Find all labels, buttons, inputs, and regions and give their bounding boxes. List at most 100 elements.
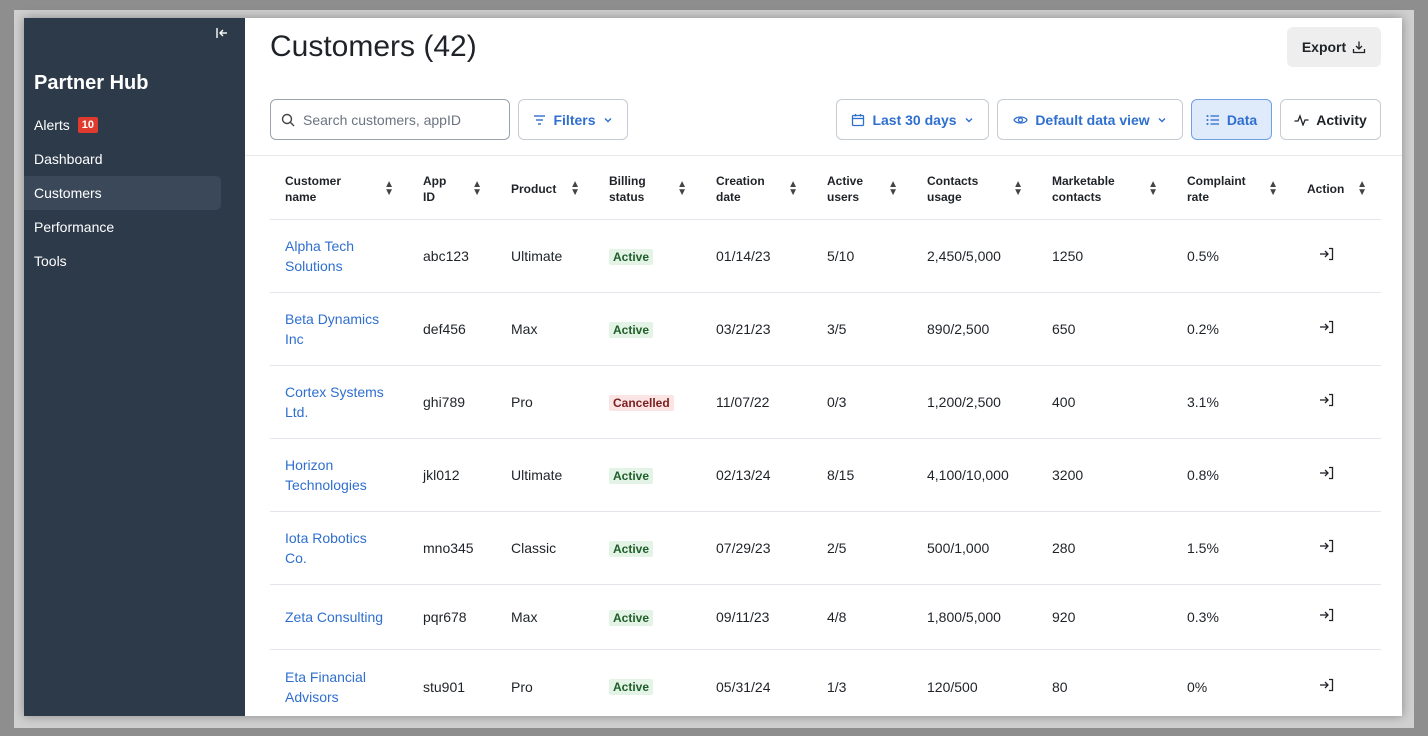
column-label: Billing status [609, 173, 646, 204]
filters-button[interactable]: Filters [518, 99, 628, 140]
column-header-complaint-rate[interactable]: Complaint rate ▲ ▼ [1172, 173, 1292, 205]
sidebar-item-alerts[interactable]: Alerts 10 [24, 108, 221, 142]
customer-name-line[interactable]: Advisors [285, 689, 339, 705]
column-header-billing-status[interactable]: Billing status ▲ ▼ [594, 173, 701, 205]
search-box[interactable] [270, 99, 510, 140]
open-account-icon[interactable] [1319, 393, 1334, 407]
sidebar-item-dashboard[interactable]: Dashboard [24, 142, 221, 176]
customer-name-link[interactable]: Zeta Consulting [270, 607, 408, 627]
sidebar-item-performance[interactable]: Performance [24, 210, 221, 244]
sort-icon[interactable]: ▲ ▼ [1148, 179, 1158, 197]
collapse-sidebar-icon[interactable] [212, 26, 232, 44]
customer-name-line[interactable]: Iota Robotics [285, 530, 367, 546]
billing-status-cell: Active [594, 319, 701, 340]
column-header-app-id[interactable]: App ID ▲ ▼ [408, 173, 496, 205]
billing-status-cell: Active [594, 676, 701, 697]
creation-date-cell: 03/21/23 [716, 321, 771, 337]
sort-icon[interactable]: ▲ ▼ [384, 179, 394, 197]
app-window: Partner Hub Alerts 10 Dashboard Customer… [24, 18, 1402, 716]
active-users-cell: 2/5 [827, 540, 847, 556]
sort-icon[interactable]: ▲ ▼ [788, 179, 798, 197]
data-toggle-button[interactable]: Data [1191, 99, 1272, 140]
customer-name-line[interactable]: Inc [285, 331, 304, 347]
sort-icon[interactable]: ▲ ▼ [677, 179, 687, 197]
column-label: Action [1307, 181, 1345, 196]
creation-date-cell: 11/07/22 [716, 394, 770, 410]
creation-date-cell: 01/14/23 [716, 248, 771, 264]
customer-name-link[interactable]: Eta Financial Advisors [270, 667, 408, 707]
column-label: Complaint rate [1187, 173, 1246, 204]
status-badge: Active [609, 679, 654, 695]
column-header-product[interactable]: Product ▲ ▼ [496, 179, 594, 197]
sort-icon[interactable]: ▲ ▼ [570, 179, 580, 197]
open-account-icon[interactable] [1319, 466, 1334, 480]
app-id-cell: pqr678 [423, 609, 467, 625]
toolbar-divider [245, 155, 1402, 156]
table-row: Horizon Technologies jkl012 Ultimate Act… [270, 439, 1381, 512]
column-label: Product [511, 181, 557, 196]
customer-name-link[interactable]: Iota Robotics Co. [270, 528, 408, 568]
open-account-icon[interactable] [1319, 320, 1334, 334]
column-label: Creation date [716, 173, 765, 204]
action-cell [1292, 465, 1381, 485]
sort-icon[interactable]: ▲ ▼ [472, 179, 482, 197]
app-id-cell: def456 [423, 321, 466, 337]
status-badge: Active [609, 467, 654, 484]
status-badge: Active [609, 609, 654, 626]
open-account-icon[interactable] [1319, 539, 1334, 553]
filter-icon [534, 114, 546, 125]
column-header-action[interactable]: Action ▲ ▼ [1292, 179, 1381, 197]
app-id-cell: mno345 [423, 540, 474, 556]
table-header: Customer name ▲ ▼ App ID ▲ ▼ Product ▲ ▼ Bi… [270, 158, 1381, 220]
customer-name-link[interactable]: Alpha Tech Solutions [270, 236, 408, 276]
customer-name-line[interactable]: Horizon [285, 457, 333, 473]
sidebar-item-customers[interactable]: Customers [24, 176, 221, 210]
column-header-customer-name[interactable]: Customer name ▲ ▼ [270, 173, 408, 205]
customer-name-line[interactable]: Zeta Consulting [285, 609, 383, 625]
marketable-contacts-cell: 650 [1052, 321, 1076, 337]
customer-name-link[interactable]: Cortex Systems Ltd. [270, 382, 408, 422]
sort-icon[interactable]: ▲ ▼ [1013, 179, 1023, 197]
date-range-dropdown[interactable]: Last 30 days [836, 99, 989, 140]
column-header-marketable-contacts[interactable]: Marketable contacts ▲ ▼ [1037, 173, 1172, 205]
sidebar-item-label: Customers [34, 185, 102, 201]
date-range-label: Last 30 days [872, 111, 957, 128]
open-account-icon[interactable] [1319, 608, 1334, 622]
customer-name-line[interactable]: Solutions [285, 258, 343, 274]
customer-name-line[interactable]: Ltd. [285, 404, 308, 420]
active-users-cell: 8/15 [827, 467, 855, 483]
sort-icon[interactable]: ▲ ▼ [888, 179, 898, 197]
sort-icon[interactable]: ▲ ▼ [1357, 179, 1367, 197]
column-header-contacts-usage[interactable]: Contacts usage ▲ ▼ [912, 173, 1037, 205]
column-header-active-users[interactable]: Active users ▲ ▼ [812, 173, 912, 205]
column-header-creation-date[interactable]: Creation date ▲ ▼ [701, 173, 812, 205]
list-icon [1206, 114, 1219, 125]
sidebar-item-label: Performance [34, 219, 115, 235]
active-users-cell: 1/3 [827, 678, 847, 695]
table-row: Eta Financial Advisors stu901 Pro Active… [270, 650, 1381, 716]
creation-date-cell: 02/13/24 [716, 467, 771, 483]
alerts-count-badge: 10 [77, 117, 99, 133]
customer-name-line[interactable]: Eta Financial [285, 669, 366, 685]
customer-name-line[interactable]: Alpha Tech [285, 238, 354, 254]
sidebar-item-tools[interactable]: Tools [24, 244, 221, 278]
customer-name-line[interactable]: Cortex Systems [285, 384, 384, 400]
status-badge: Active [609, 540, 654, 557]
open-account-icon[interactable] [1319, 247, 1334, 261]
customer-name-line[interactable]: Technologies [285, 477, 367, 493]
customer-name-line[interactable]: Beta Dynamics [285, 311, 379, 327]
sort-icon[interactable]: ▲ ▼ [1268, 179, 1278, 197]
customer-name-link[interactable]: Beta Dynamics Inc [270, 309, 408, 349]
column-label: App ID [423, 173, 447, 204]
activity-toggle-button[interactable]: Activity [1280, 99, 1381, 140]
customer-name-line[interactable]: Co. [285, 550, 307, 566]
open-account-icon[interactable] [1319, 678, 1334, 692]
export-button[interactable]: Export [1287, 27, 1381, 67]
customer-name-link[interactable]: Horizon Technologies [270, 455, 408, 495]
sidebar-item-label: Tools [34, 253, 67, 269]
table-row: Iota Robotics Co. mno345 Classic Active … [270, 512, 1381, 585]
activity-icon [1294, 113, 1309, 126]
data-view-dropdown[interactable]: Default data view [997, 99, 1183, 140]
search-input[interactable] [303, 111, 493, 128]
column-label: Marketable contacts [1052, 173, 1115, 204]
